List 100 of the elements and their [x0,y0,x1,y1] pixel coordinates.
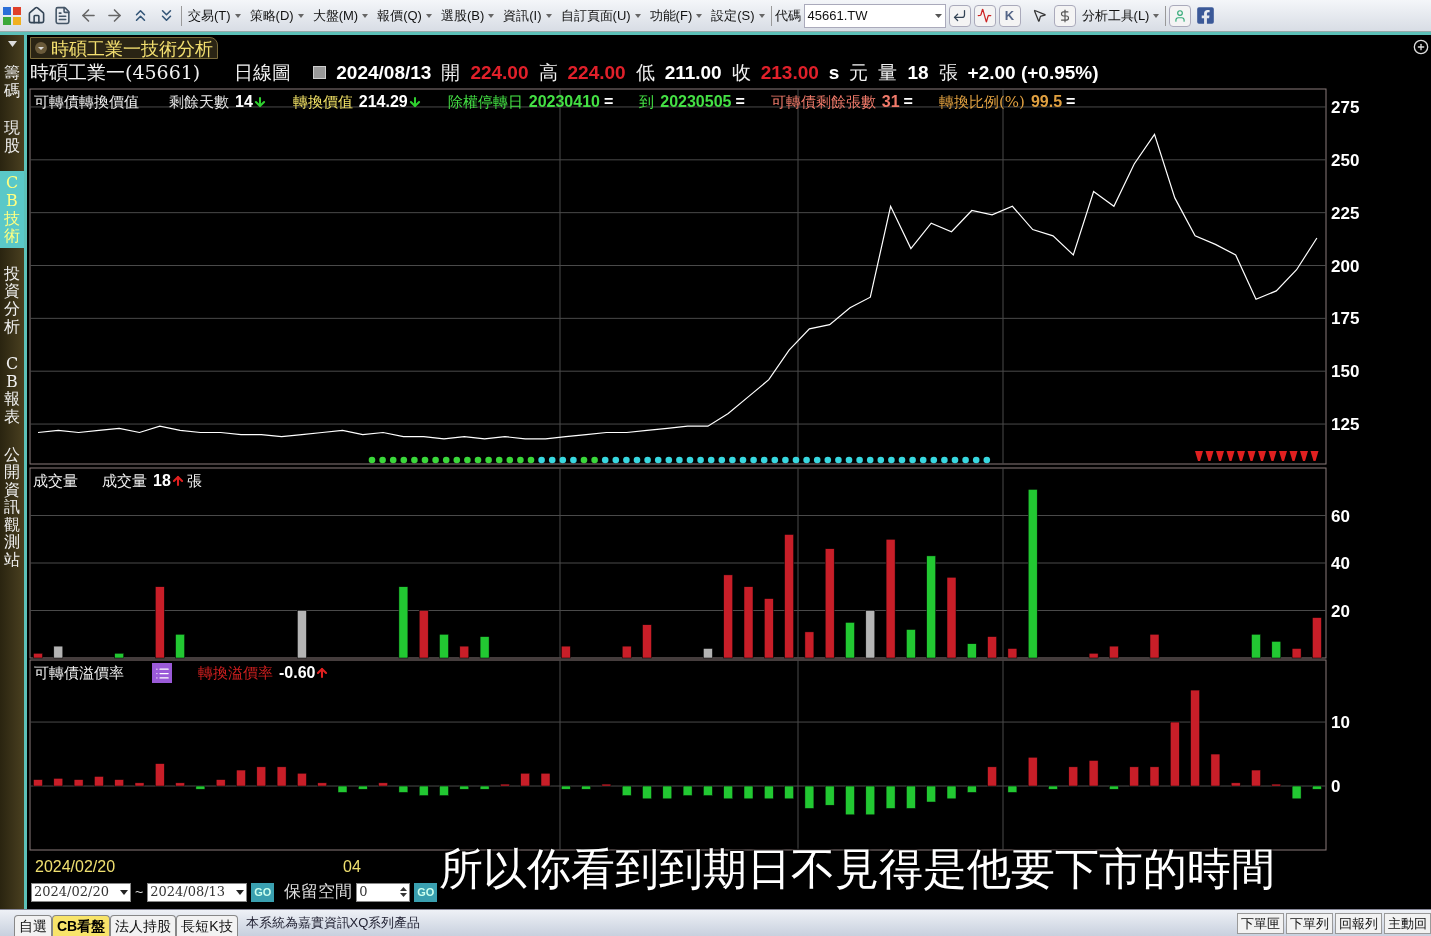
k-button[interactable]: K [998,4,1021,27]
grid-logo-icon[interactable] [2,5,22,26]
side-tab[interactable]: 現股 [0,116,24,158]
menu-item[interactable]: 分析工具(L) [1078,5,1163,26]
indicator-label: 除權停轉日 [447,91,523,113]
caret-icon [488,13,495,18]
caret-icon [425,13,432,18]
bottom-button[interactable]: 回報列 [1335,912,1382,934]
quote-text: +2.00 (+0.95%) [967,62,1099,82]
bar [317,782,327,787]
bar [662,785,673,800]
quote-text: 開 [441,62,461,82]
bar [946,785,957,800]
side-tab[interactable]: 公開資訊觀測站 [0,442,24,572]
bar [1109,785,1119,790]
menu-item[interactable]: 功能(F) [646,5,706,26]
list-icon[interactable] [152,663,172,683]
bar [114,653,124,659]
enter-button[interactable] [948,4,971,27]
menu-item[interactable]: 交易(T) [185,5,244,26]
menu-item[interactable]: 資訊(I) [500,5,555,26]
facebook-icon[interactable] [1196,6,1216,25]
bar [215,779,226,787]
line-chart-icon [977,8,993,23]
bar [703,785,713,796]
document-icon[interactable] [53,6,72,25]
bar [1291,785,1302,800]
caret-icon [634,13,641,18]
menu-item[interactable]: 自訂頁面(U) [557,5,644,26]
line-chart-button[interactable] [973,4,996,27]
bar [601,783,612,787]
dollar-button[interactable] [1053,4,1076,27]
side-tab[interactable]: CB報表 [0,352,24,429]
caret-icon[interactable] [934,13,942,18]
quote-text: 元 [849,62,869,82]
bar [175,634,185,659]
bar [297,610,307,659]
bar [764,785,774,800]
menu-item[interactable]: 設定(S) [708,5,768,26]
bar [114,779,124,787]
bar [1251,634,1261,659]
bar [337,785,348,793]
bottom-tab[interactable]: 長短K技 [176,915,238,936]
back-icon[interactable] [79,6,98,25]
caret-icon [234,13,241,18]
equal-sign: = [1066,92,1076,112]
indicator-unit: 張 [186,470,202,492]
side-tab[interactable]: 籌碼 [0,61,24,103]
quote-text: 213.00 [760,62,819,82]
window-title-tab[interactable]: 時碩工業一技術分析 [30,37,218,59]
menu-item[interactable]: 大盤(M) [309,5,372,26]
code-label: 代碼 [774,6,801,25]
home-icon[interactable] [27,6,46,25]
bar [1129,766,1139,787]
bottom-button[interactable]: 下單列 [1286,912,1333,934]
caret-icon[interactable] [236,889,245,895]
bar [256,766,267,787]
menu-item[interactable]: 選股(B) [437,5,498,26]
caret-icon[interactable] [120,889,128,895]
equal-sign: = [603,92,614,112]
indicator-label: 成交量 [102,470,147,492]
bar [53,645,64,659]
forward-icon[interactable] [105,6,124,25]
quote-text: 2024/08/13 [336,62,432,82]
pointer-icon[interactable] [1031,8,1047,23]
reserve-field[interactable]: 0 [356,882,411,902]
end-date-select[interactable]: 2024/08/13 [147,882,248,902]
bottom-tab[interactable]: 自選 [14,915,52,936]
bar [987,636,997,659]
code-field[interactable]: 45661.TW [803,3,946,28]
bar [824,785,835,806]
side-tab[interactable]: 投資分析 [0,261,24,339]
axis-label: 250 [1331,150,1360,170]
add-icon[interactable] [1413,39,1429,55]
bar [581,785,591,790]
menu-item[interactable]: 策略(D) [246,5,307,26]
menu-item[interactable]: 報價(Q) [374,5,435,26]
bar [439,634,449,659]
indicator-label: 轉換比例(%) [938,91,1025,113]
bar [175,782,185,787]
quote-text: 224.00 [567,62,626,82]
quote-text: s [828,62,840,82]
bar [926,785,936,803]
bottom-button[interactable]: 下單匣 [1237,912,1284,934]
dropdown-icon[interactable] [35,42,47,54]
bottom-tab[interactable]: CB看盤 [52,915,111,936]
bar [1210,753,1221,787]
spinner-icon[interactable] [400,886,408,898]
indicator-value: -0.60 [279,663,316,683]
bar [1271,783,1282,787]
start-date-select[interactable]: 2024/02/20 [31,882,131,902]
bar [500,783,510,787]
window-title: 時碩工業一技術分析 [51,36,213,61]
bottom-tab[interactable]: 法人持股 [110,915,177,936]
bottom-button[interactable]: 主動回 [1384,912,1431,934]
indicator-value: 20230505 [660,92,732,112]
bar [723,785,733,800]
dropdown-icon[interactable] [7,41,17,47]
bar [642,624,652,659]
bar [479,636,490,659]
